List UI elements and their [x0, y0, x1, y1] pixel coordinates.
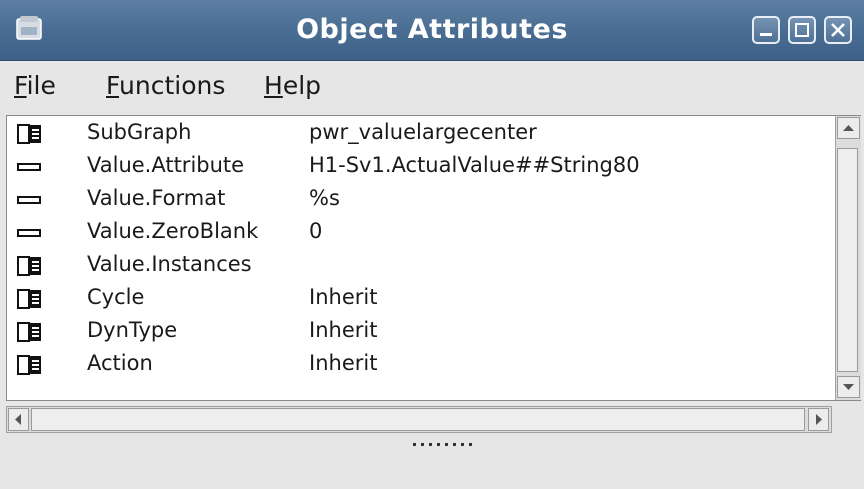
- menu-file[interactable]: File: [14, 71, 56, 100]
- horizontal-scrollbar[interactable]: [6, 406, 832, 433]
- attribute-name: DynType: [87, 318, 178, 342]
- leaf-icon: [17, 163, 41, 171]
- arrow-up-icon: [843, 125, 854, 131]
- folder-icon: [17, 355, 41, 375]
- close-button[interactable]: [824, 16, 852, 44]
- attribute-name: Value.Attribute: [87, 153, 245, 177]
- attribute-row-value-instances[interactable]: Value.Instances: [7, 250, 837, 283]
- attribute-value[interactable]: Inherit: [309, 318, 377, 342]
- arrow-down-icon: [843, 384, 854, 390]
- attribute-value[interactable]: Inherit: [309, 351, 377, 375]
- attribute-row-cycle[interactable]: Cycle Inherit: [7, 283, 837, 316]
- vertical-scrollbar[interactable]: [835, 116, 861, 400]
- menu-help[interactable]: Help: [264, 71, 321, 100]
- maximize-button[interactable]: [788, 16, 816, 44]
- title-bar[interactable]: Object Attributes: [0, 0, 864, 61]
- attribute-name: Action: [87, 351, 153, 375]
- leaf-icon: [17, 196, 41, 204]
- menu-bar: File Functions Help: [0, 61, 864, 115]
- attribute-row-dyntype[interactable]: DynType Inherit: [7, 316, 837, 349]
- horizontal-scroll-thumb[interactable]: [31, 408, 805, 431]
- attribute-row-value-attribute[interactable]: Value.Attribute H1-Sv1.ActualValue##Stri…: [7, 151, 837, 184]
- attribute-name: Value.Instances: [87, 252, 252, 276]
- arrow-left-icon: [15, 414, 21, 425]
- pane-resize-grip[interactable]: [412, 441, 474, 447]
- attribute-row-value-zeroblank[interactable]: Value.ZeroBlank 0: [7, 217, 837, 250]
- arrow-right-icon: [816, 414, 822, 425]
- attribute-name: Value.ZeroBlank: [87, 219, 259, 243]
- folder-icon: [17, 256, 41, 276]
- attribute-row-subgraph[interactable]: SubGraph pwr_valuelargecenter: [7, 118, 837, 151]
- attribute-value[interactable]: pwr_valuelargecenter: [309, 120, 537, 144]
- attribute-value[interactable]: H1-Sv1.ActualValue##String80: [309, 153, 640, 177]
- folder-icon: [17, 124, 41, 144]
- folder-icon: [17, 322, 41, 342]
- attribute-value[interactable]: 0: [309, 219, 322, 243]
- maximize-icon: [795, 23, 809, 37]
- scroll-down-button[interactable]: [837, 376, 860, 398]
- leaf-icon: [17, 229, 41, 237]
- window-title: Object Attributes: [296, 14, 568, 45]
- close-icon: [831, 23, 845, 37]
- scroll-right-button[interactable]: [808, 408, 829, 431]
- attribute-value[interactable]: Inherit: [309, 285, 377, 309]
- attribute-name: SubGraph: [87, 120, 192, 144]
- scroll-left-button[interactable]: [8, 408, 29, 431]
- attribute-name: Value.Format: [87, 186, 226, 210]
- attribute-list[interactable]: SubGraph pwr_valuelargecenter Value.Attr…: [6, 115, 861, 401]
- folder-icon: [17, 289, 41, 309]
- vertical-scroll-thumb[interactable]: [837, 148, 858, 372]
- scroll-up-button[interactable]: [837, 117, 860, 139]
- minimize-icon: [760, 33, 772, 36]
- attribute-row-value-format[interactable]: Value.Format %s: [7, 184, 837, 217]
- menu-functions[interactable]: Functions: [106, 71, 225, 100]
- attribute-name: Cycle: [87, 285, 145, 309]
- attribute-value[interactable]: %s: [309, 186, 340, 210]
- attribute-row-action[interactable]: Action Inherit: [7, 349, 837, 382]
- minimize-button[interactable]: [752, 16, 780, 44]
